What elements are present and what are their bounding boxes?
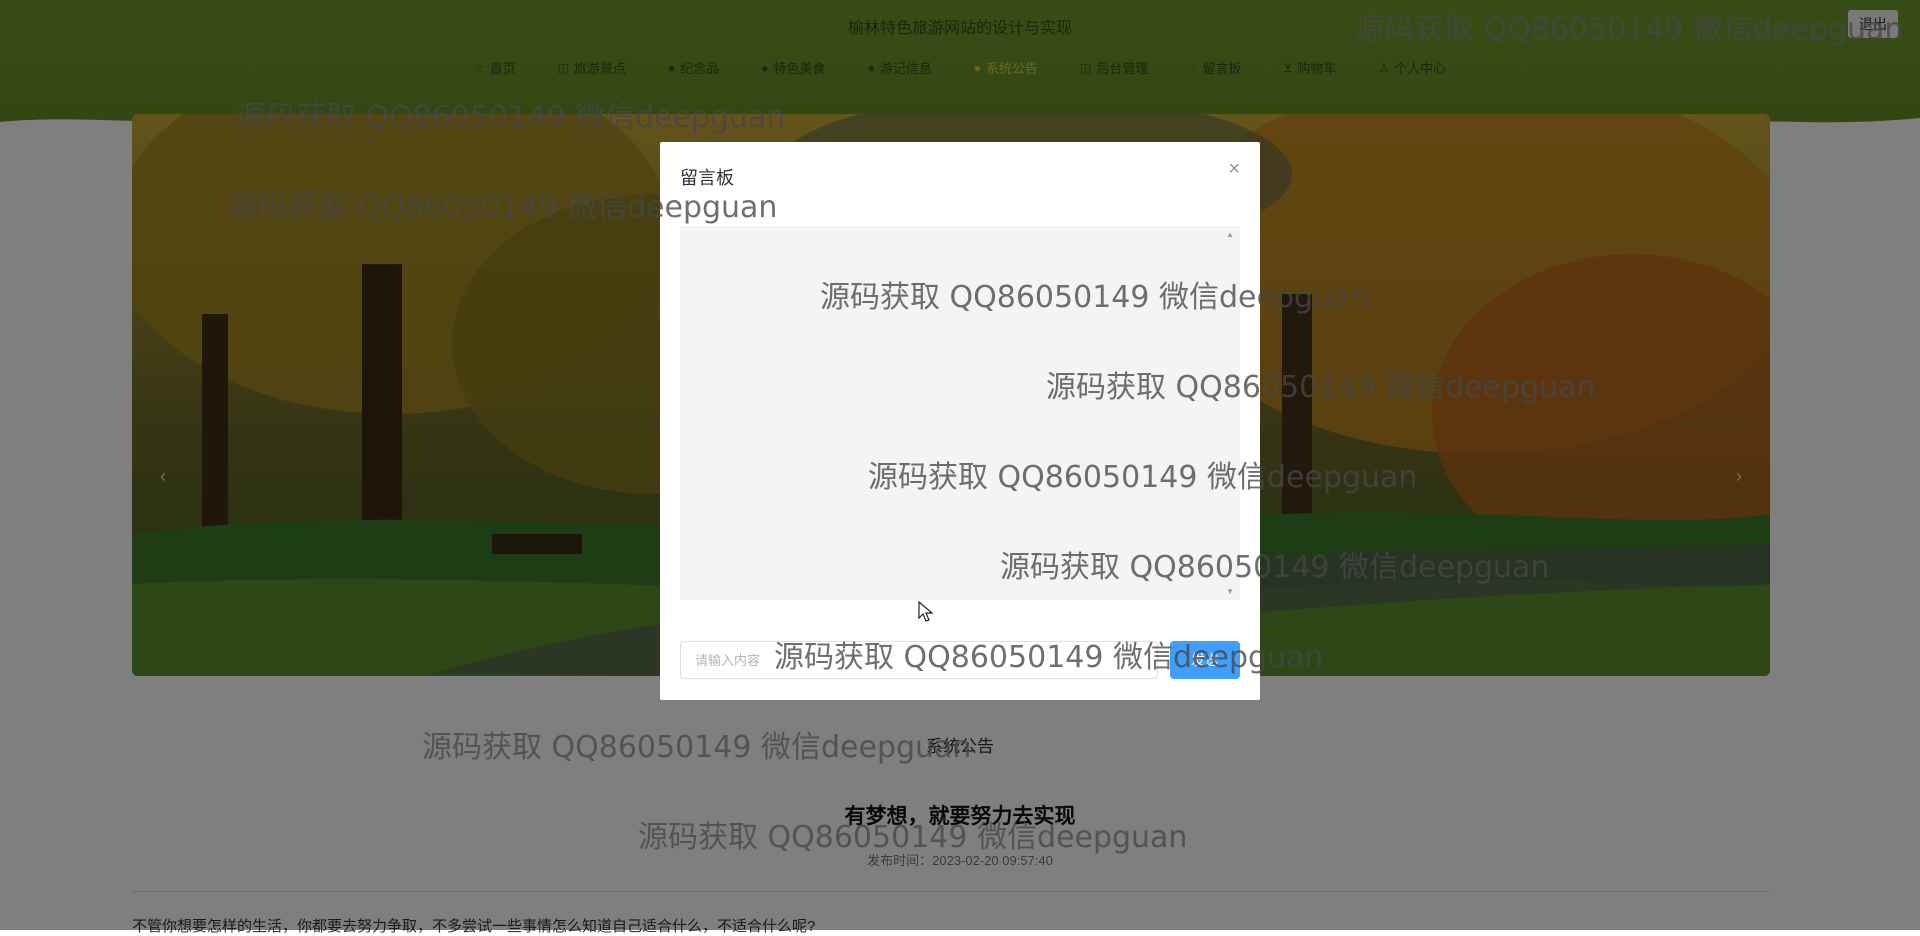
send-button[interactable]: 发送 (1170, 641, 1240, 679)
message-board-dialog: 留言板 × ▲ ▼ 发送 (660, 142, 1260, 700)
mouse-cursor-icon (918, 601, 934, 622)
message-input[interactable] (680, 641, 1158, 679)
message-list[interactable]: ▲ ▼ (680, 226, 1240, 600)
scroll-up-icon[interactable]: ▲ (1226, 230, 1234, 239)
scroll-down-icon[interactable]: ▼ (1226, 587, 1234, 596)
dialog-title: 留言板 (680, 168, 734, 188)
close-icon[interactable]: × (1228, 158, 1240, 181)
